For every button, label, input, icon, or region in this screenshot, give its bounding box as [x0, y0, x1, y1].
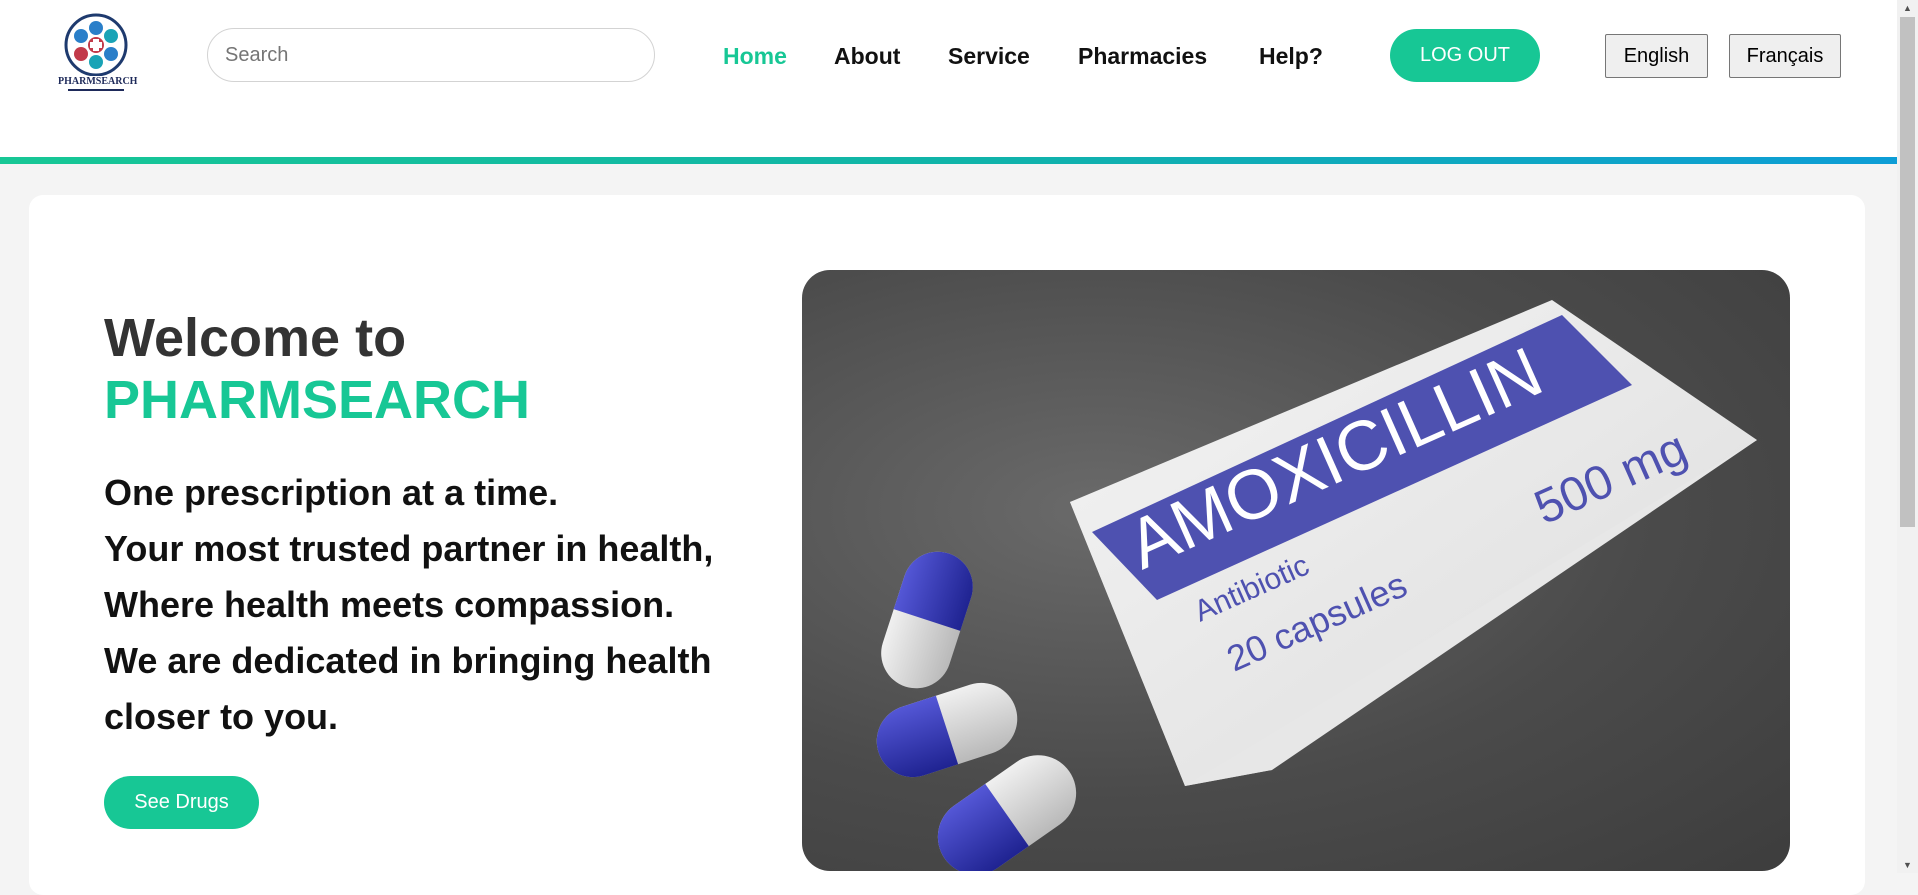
tagline-line: We are dedicated in bringing health	[104, 640, 712, 681]
scroll-down-arrow-icon[interactable]: ▼	[1897, 857, 1918, 873]
tagline-line: closer to you.	[104, 696, 339, 737]
logo-text: PHARMSEARCH	[58, 76, 138, 87]
welcome-heading: Welcome to PHARMSEARCH	[104, 307, 530, 431]
capsule	[876, 682, 1018, 778]
header-accent-bar	[0, 157, 1897, 164]
nav-about[interactable]: About	[834, 42, 900, 70]
language-english-button[interactable]: English	[1605, 34, 1708, 78]
medicine-box: AMOXICILLIN Antibiotic 20 capsules 500 m…	[1070, 300, 1757, 786]
nav-pharmacies[interactable]: Pharmacies	[1078, 42, 1207, 70]
see-drugs-button[interactable]: See Drugs	[104, 776, 259, 829]
site-header: PHARMSEARCH Home About Service Pharmacie…	[0, 0, 1897, 157]
nav-service[interactable]: Service	[948, 42, 1030, 70]
logout-button[interactable]: LOG OUT	[1390, 29, 1540, 82]
scroll-up-arrow-icon[interactable]: ▲	[1897, 0, 1918, 16]
logo-emblem-icon	[64, 13, 128, 77]
tagline-line: Your most trusted partner in health,	[104, 528, 714, 569]
language-french-button[interactable]: Français	[1729, 34, 1841, 78]
brand-name: PHARMSEARCH	[104, 370, 531, 430]
search-input[interactable]	[207, 28, 655, 82]
nav-help[interactable]: Help?	[1259, 42, 1323, 70]
tagline-line: Where health meets compassion.	[104, 584, 675, 625]
hero-image: AMOXICILLIN Antibiotic 20 capsules 500 m…	[802, 270, 1790, 871]
welcome-text: Welcome to	[104, 308, 407, 368]
tagline: One prescription at a time. Your most tr…	[104, 465, 764, 745]
pharmsearch-logo[interactable]: PHARMSEARCH	[58, 12, 138, 94]
tagline-line: One prescription at a time.	[104, 472, 559, 513]
logo-underline	[68, 89, 124, 91]
capsule	[881, 551, 973, 689]
nav-home[interactable]: Home	[723, 42, 787, 70]
medicine-illustration: AMOXICILLIN Antibiotic 20 capsules 500 m…	[876, 300, 1757, 871]
scrollbar-thumb[interactable]	[1900, 17, 1915, 527]
page-scrollbar[interactable]: ▲ ▼	[1897, 0, 1918, 873]
